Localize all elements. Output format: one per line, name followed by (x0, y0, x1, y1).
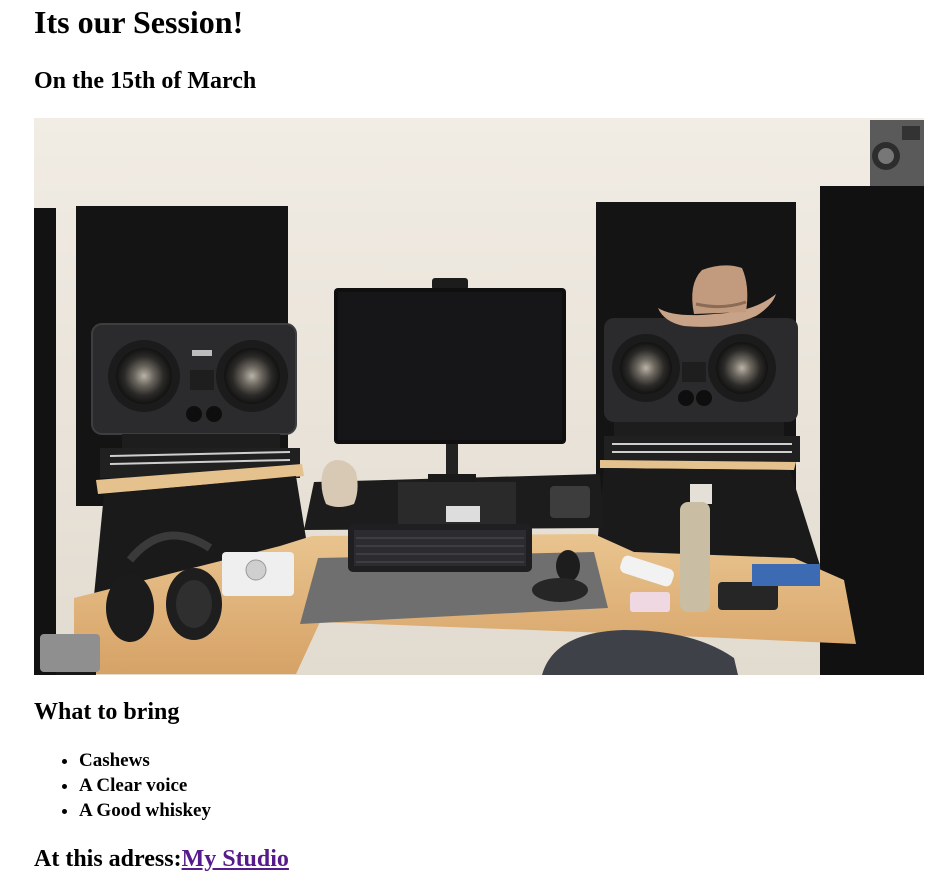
keyboard (348, 524, 532, 572)
list-item: A Good whiskey (79, 798, 211, 823)
speaker-left (91, 323, 297, 448)
studio-link[interactable]: My Studio (182, 846, 289, 872)
stone-ornament (321, 460, 358, 507)
card (630, 592, 670, 612)
audio-interface-box (398, 482, 516, 528)
amplifier-box (870, 120, 924, 186)
bring-heading: What to bring (34, 699, 180, 725)
speaker-right (604, 318, 798, 436)
usb-hub (40, 634, 100, 672)
page-title: Its our Session! (34, 4, 244, 40)
studio-photo (34, 118, 924, 675)
address-line: At this adress:My Studio (34, 842, 289, 876)
address-label: At this adress: (34, 846, 182, 872)
bring-list: Cashews A Clear voice A Good whiskey (39, 748, 211, 823)
session-date: On the 15th of March (34, 68, 257, 94)
acoustic-panel-left-edge (34, 208, 56, 675)
wallet (718, 582, 778, 610)
water-bottle (680, 484, 712, 612)
list-item: Cashews (79, 748, 211, 773)
mouse (556, 550, 580, 582)
page: Its our Session! On the 15th of March Wh… (0, 0, 947, 889)
photo-card (752, 564, 820, 586)
list-item: A Clear voice (79, 773, 211, 798)
wrist-rest (532, 578, 588, 602)
audio-interface (222, 552, 294, 596)
studio-photo-illustration (34, 118, 924, 675)
small-device (550, 486, 590, 518)
